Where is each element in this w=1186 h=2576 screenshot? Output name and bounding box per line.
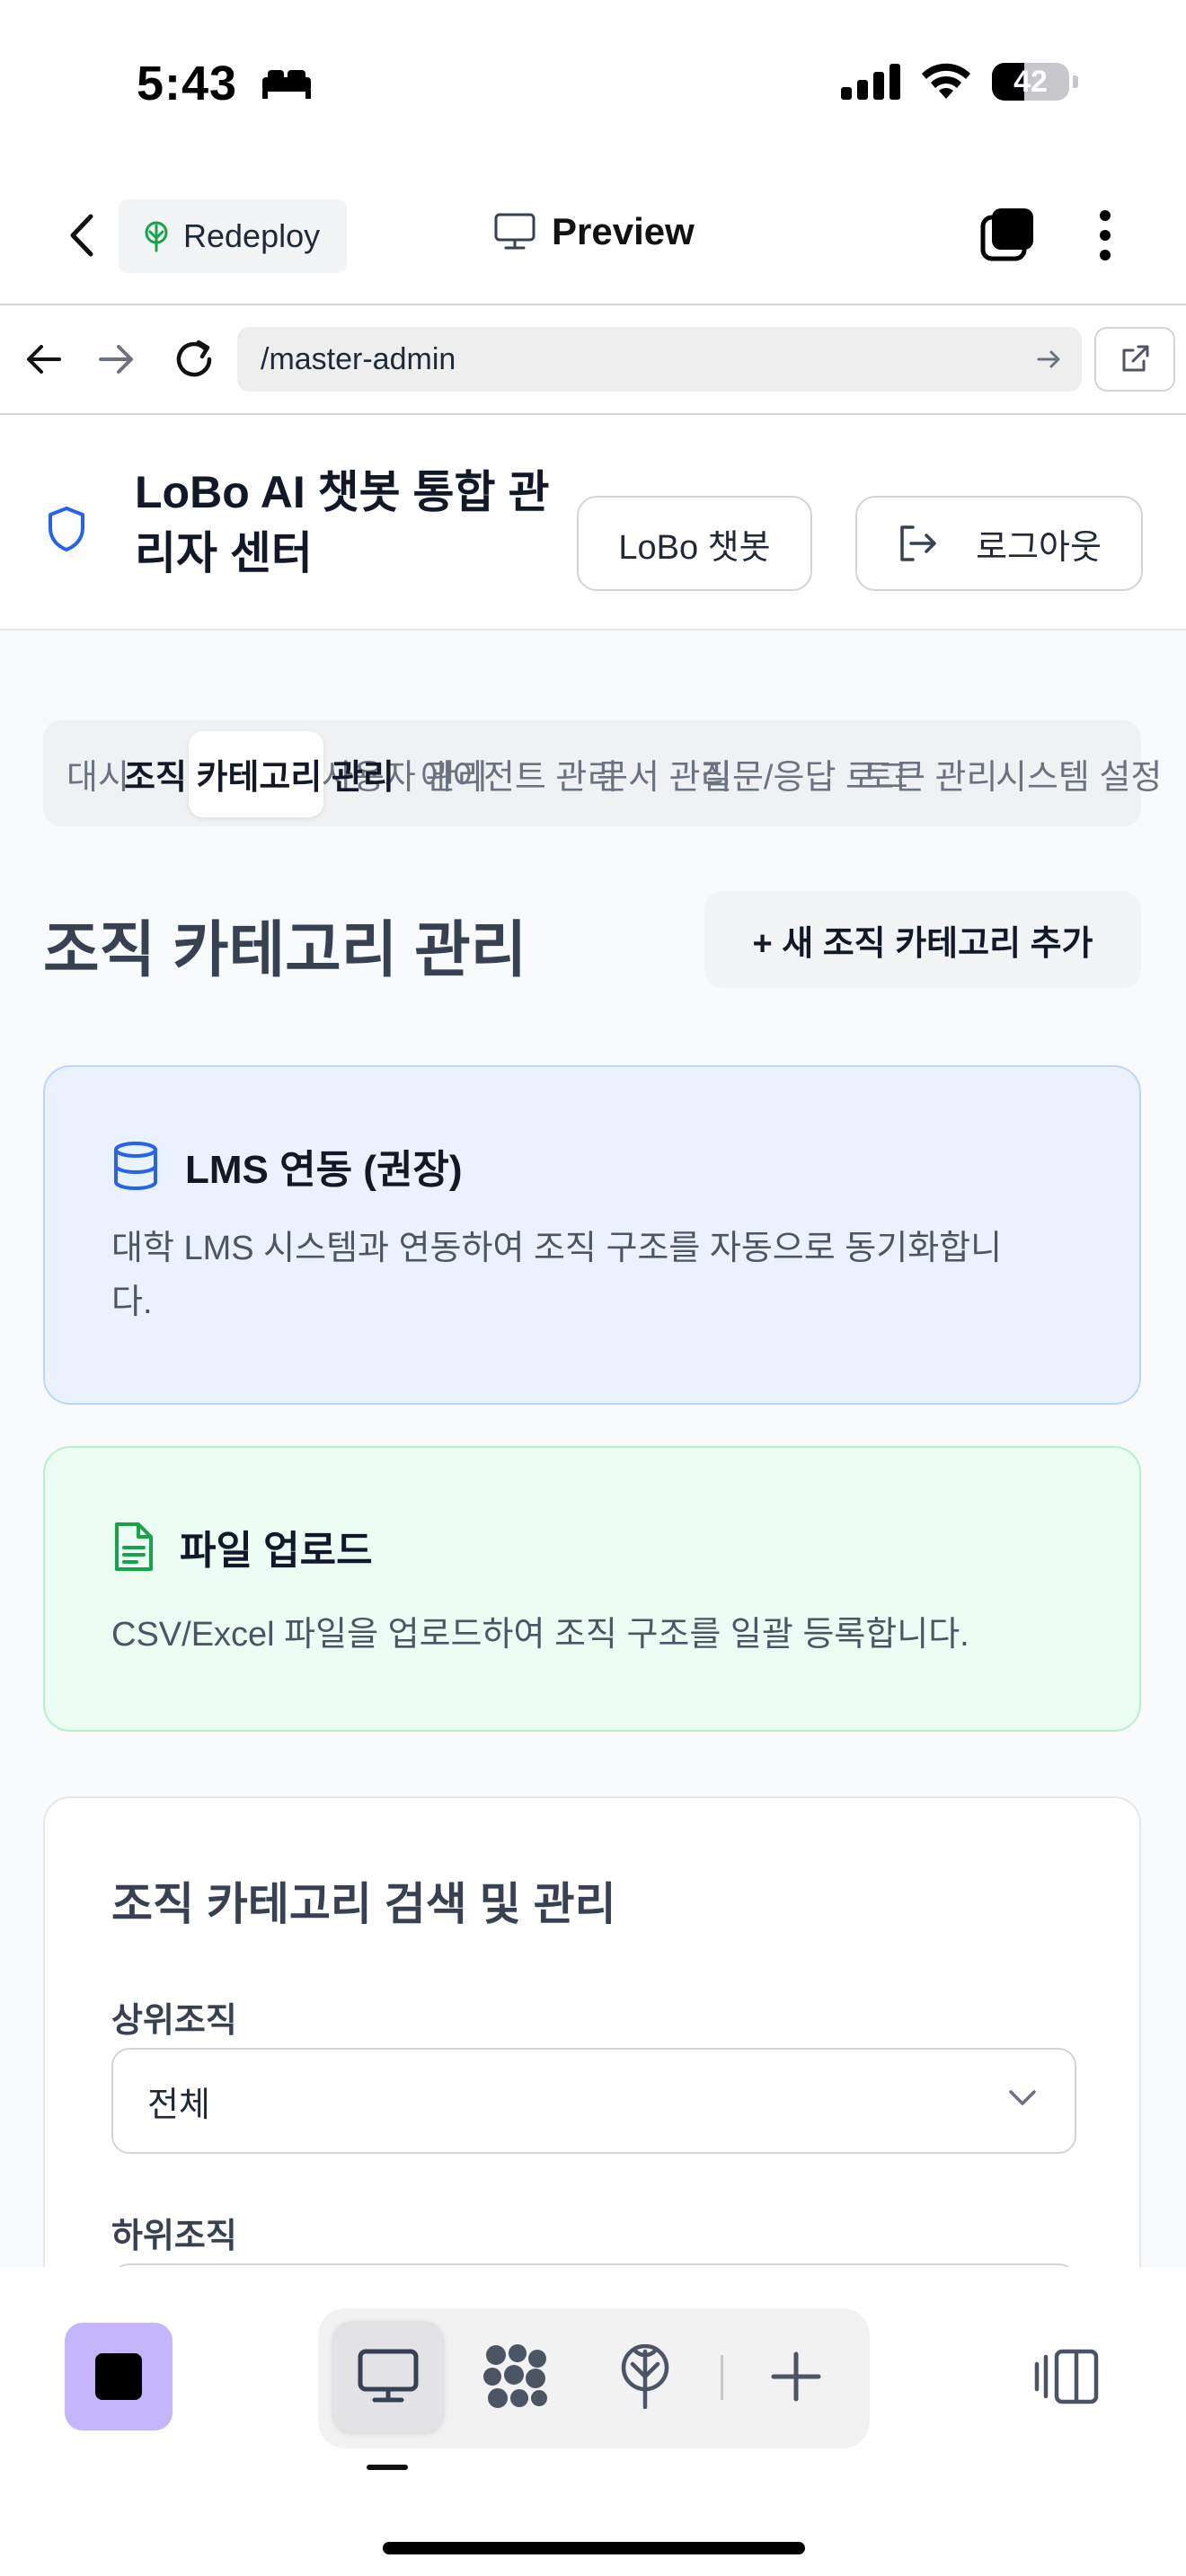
- web-content: LoBo AI 챗봇 통합 관리자 센터 LoBo 챗봇 로그아웃 대시 사용자…: [0, 415, 1186, 2267]
- logout-icon: [900, 525, 936, 561]
- search-card-title: 조직 카테고리 검색 및 관리: [111, 1879, 616, 1929]
- add-tool-button[interactable]: [740, 2321, 852, 2432]
- battery-level: 42: [1013, 64, 1048, 99]
- plus-icon: [771, 2351, 821, 2402]
- org-category-search-card: 조직 카테고리 검색 및 관리 상위조직 전체 하위조직: [43, 1796, 1141, 2267]
- tab-settings[interactable]: 시스템 설정: [996, 749, 1162, 798]
- site-header: LoBo AI 챗봇 통합 관리자 센터 LoBo 챗봇 로그아웃: [0, 415, 1186, 631]
- url-field[interactable]: /master-admin: [237, 327, 1082, 392]
- redeploy-button[interactable]: Redeploy: [119, 199, 347, 273]
- preview-label: Preview: [552, 210, 695, 252]
- home-indicator: [383, 2542, 805, 2554]
- status-bar: 5:43 42: [0, 0, 1186, 171]
- database-icon: [114, 1142, 157, 1191]
- lms-integration-card[interactable]: LMS 연동 (권장) 대학 LMS 시스템과 연동하여 조직 구조를 자동으로…: [43, 1065, 1141, 1405]
- lms-desc-line-2: 다.: [111, 1284, 153, 1321]
- active-view-underline: [367, 2465, 408, 2470]
- lms-desc-line-1: 대학 LMS 시스템과 연동하여 조직 구조를 자동으로 동기화합니: [111, 1230, 1003, 1267]
- workspace-view-button[interactable]: [460, 2321, 571, 2432]
- reload-icon: [176, 340, 212, 377]
- chevron-left-icon: [70, 214, 93, 257]
- lms-card-description: 대학 LMS 시스템과 연동하여 조직 구조를 자동으로 동기화합니 다.: [111, 1222, 1002, 1329]
- browser-forward-button[interactable]: [92, 334, 142, 384]
- preview-view-button[interactable]: [332, 2321, 444, 2432]
- preview-title: Preview: [494, 210, 695, 253]
- back-button[interactable]: [54, 208, 108, 262]
- tree-icon: [621, 2344, 669, 2409]
- file-card-header: 파일 업로드: [111, 1518, 373, 1575]
- child-org-label: 하위조직: [111, 2218, 237, 2255]
- tab-tokens[interactable]: 토큰 관리: [863, 749, 997, 798]
- tree-icon: [145, 221, 168, 252]
- monitor-icon: [358, 2349, 419, 2403]
- parent-org-value: 전체: [147, 2086, 210, 2124]
- lms-card-title: LMS 연동 (권장): [185, 1148, 463, 1192]
- lms-card-header: LMS 연동 (권장): [111, 1137, 463, 1195]
- monitor-icon: [494, 213, 535, 250]
- file-upload-card[interactable]: 파일 업로드 CSV/Excel 파일을 업로드하여 조직 구조를 일괄 등록합…: [43, 1446, 1141, 1732]
- status-time: 5:43: [137, 57, 238, 110]
- browser-bar: /master-admin: [0, 305, 1186, 415]
- tab-agents[interactable]: 에이전트 관리: [420, 749, 618, 798]
- status-indicators: 42: [841, 63, 1078, 101]
- admin-tabs: 대시 사용자 관리 에이전트 관리 문서 관리 질문/응답 로그 토큰 관리 시…: [43, 720, 1162, 826]
- deploy-view-button[interactable]: [589, 2321, 701, 2432]
- add-org-category-button[interactable]: + 새 조직 카테고리 추가: [704, 891, 1141, 988]
- arrow-right-icon: [99, 345, 133, 374]
- browser-back-button[interactable]: [18, 334, 68, 384]
- arrow-left-icon: [27, 345, 61, 374]
- file-card-title: 파일 업로드: [180, 1529, 373, 1573]
- parent-org-select[interactable]: 전체: [111, 2048, 1076, 2154]
- stop-button[interactable]: [65, 2323, 173, 2430]
- sleep-focus-icon: [262, 70, 311, 99]
- site-title: LoBo AI 챗봇 통합 관리자 센터: [135, 467, 550, 578]
- wifi-icon: [922, 63, 970, 99]
- tabs-icon[interactable]: [979, 207, 1037, 264]
- shield-icon: [49, 507, 84, 551]
- tab-dashboard[interactable]: 대시: [66, 749, 129, 798]
- more-vertical-icon[interactable]: [1087, 208, 1123, 262]
- panel-icon[interactable]: [1033, 2348, 1100, 2405]
- stop-icon: [95, 2353, 142, 2400]
- chatbot-button-label: LoBo 챗봇: [618, 528, 771, 567]
- toolbar-divider: [721, 2355, 723, 2400]
- file-text-icon: [115, 1522, 153, 1571]
- tab-org-categories[interactable]: 조직 카테고리 관리: [124, 749, 394, 798]
- file-card-description: CSV/Excel 파일을 업로드하여 조직 구조를 일괄 등록합니다.: [111, 1616, 969, 1654]
- chevron-down-icon: [1009, 2090, 1036, 2105]
- logout-button[interactable]: 로그아웃: [855, 496, 1143, 591]
- grid-blob-icon: [483, 2344, 547, 2408]
- redeploy-label: Redeploy: [183, 217, 321, 254]
- open-external-button[interactable]: [1094, 327, 1175, 392]
- go-arrow-icon[interactable]: [1035, 345, 1064, 374]
- parent-org-label: 상위조직: [111, 2002, 237, 2040]
- bottom-toolbar: [0, 2267, 1186, 2576]
- chatbot-button[interactable]: LoBo 챗봇: [577, 496, 812, 591]
- logout-button-label: 로그아웃: [976, 528, 1102, 567]
- battery-icon: 42: [992, 63, 1069, 101]
- reload-button[interactable]: [169, 334, 219, 384]
- app-header: Redeploy Preview: [0, 171, 1186, 305]
- view-switcher: [318, 2308, 870, 2448]
- external-link-icon: [1122, 345, 1149, 372]
- signal-icon: [841, 64, 900, 100]
- page-title: 조직 카테고리 관리: [43, 916, 527, 984]
- url-text: /master-admin: [261, 341, 456, 376]
